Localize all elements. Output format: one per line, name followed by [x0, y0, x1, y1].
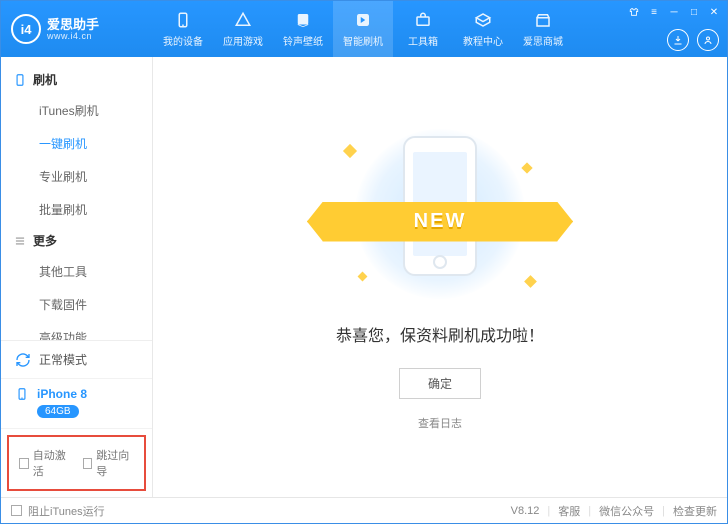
sidebar-item-other-tools[interactable]: 其他工具 — [1, 255, 152, 288]
close-button[interactable]: ✕ — [707, 5, 721, 19]
block-itunes-checkbox[interactable]: 阻止iTunes运行 — [11, 503, 105, 519]
header-right — [667, 29, 719, 51]
refresh-icon — [15, 352, 31, 368]
top-nav: 我的设备 应用游戏 铃声壁纸 智能刷机 工具箱 教程中心 — [153, 1, 573, 57]
app-window: i4 爱思助手 www.i4.cn 我的设备 应用游戏 铃声壁纸 智能刷机 — [0, 0, 728, 524]
sidebar-item-batch-flash[interactable]: 批量刷机 — [1, 193, 152, 226]
logo: i4 爱思助手 www.i4.cn — [1, 14, 153, 44]
menu-icon — [13, 234, 27, 248]
sidebar-item-advanced[interactable]: 高级功能 — [1, 321, 152, 340]
version-label: V8.12 — [511, 505, 540, 517]
minimize-button[interactable]: ─ — [667, 5, 681, 19]
nav-ringtone[interactable]: 铃声壁纸 — [273, 1, 333, 57]
status-bar: 阻止iTunes运行 V8.12 | 客服 | 微信公众号 | 检查更新 — [1, 497, 727, 523]
success-illustration: NEW — [335, 124, 545, 304]
nav-flash[interactable]: 智能刷机 — [333, 1, 393, 57]
device-mode[interactable]: 正常模式 — [1, 341, 152, 379]
new-ribbon: NEW — [307, 202, 573, 242]
nav-games[interactable]: 应用游戏 — [213, 1, 273, 57]
logo-icon: i4 — [11, 14, 41, 44]
user-button[interactable] — [697, 29, 719, 51]
device-info[interactable]: iPhone 8 64GB — [1, 379, 152, 429]
user-icon — [702, 34, 714, 46]
title-bar: i4 爱思助手 www.i4.cn 我的设备 应用游戏 铃声壁纸 智能刷机 — [1, 1, 727, 57]
check-update-link[interactable]: 检查更新 — [673, 503, 717, 519]
tutorial-icon — [474, 11, 492, 29]
device-icon — [15, 387, 29, 401]
nav-mall[interactable]: 爱思商城 — [513, 1, 573, 57]
view-log-link[interactable]: 查看日志 — [418, 415, 462, 431]
skip-guide-checkbox[interactable]: 跳过向导 — [83, 447, 135, 479]
menu-button[interactable]: ≡ — [647, 5, 661, 19]
sidebar-section-flash: 刷机 — [1, 65, 152, 94]
window-controls: ≡ ─ □ ✕ — [627, 5, 721, 19]
confirm-button[interactable]: 确定 — [399, 368, 481, 399]
nav-tools[interactable]: 工具箱 — [393, 1, 453, 57]
sidebar-item-download-firmware[interactable]: 下载固件 — [1, 288, 152, 321]
app-title: 爱思助手 — [47, 18, 99, 31]
support-link[interactable]: 客服 — [558, 503, 580, 519]
app-subtitle: www.i4.cn — [47, 31, 99, 41]
device-icon — [174, 11, 192, 29]
ringtone-icon — [294, 11, 312, 29]
sidebar-item-onekey-flash[interactable]: 一键刷机 — [1, 127, 152, 160]
sidebar-section-more: 更多 — [1, 226, 152, 255]
skin-button[interactable] — [627, 5, 641, 19]
device-name: iPhone 8 — [37, 387, 87, 401]
download-button[interactable] — [667, 29, 689, 51]
sidebar: 刷机 iTunes刷机 一键刷机 专业刷机 批量刷机 更多 其他工具 下载固件 … — [1, 57, 153, 497]
download-icon — [672, 34, 684, 46]
apps-icon — [234, 11, 252, 29]
auto-activate-checkbox[interactable]: 自动激活 — [19, 447, 71, 479]
options-highlight: 自动激活 跳过向导 — [7, 435, 146, 491]
sidebar-item-pro-flash[interactable]: 专业刷机 — [1, 160, 152, 193]
main-content: NEW 恭喜您，保资料刷机成功啦！ 确定 查看日志 — [153, 57, 727, 497]
nav-tutorial[interactable]: 教程中心 — [453, 1, 513, 57]
maximize-button[interactable]: □ — [687, 5, 701, 19]
device-storage-badge: 64GB — [37, 405, 79, 418]
success-message: 恭喜您，保资料刷机成功啦！ — [336, 322, 544, 346]
wechat-link[interactable]: 微信公众号 — [599, 503, 654, 519]
phone-icon — [13, 73, 27, 87]
mall-icon — [534, 11, 552, 29]
toolbox-icon — [414, 11, 432, 29]
nav-device[interactable]: 我的设备 — [153, 1, 213, 57]
flash-icon — [354, 11, 372, 29]
sidebar-item-itunes-flash[interactable]: iTunes刷机 — [1, 94, 152, 127]
